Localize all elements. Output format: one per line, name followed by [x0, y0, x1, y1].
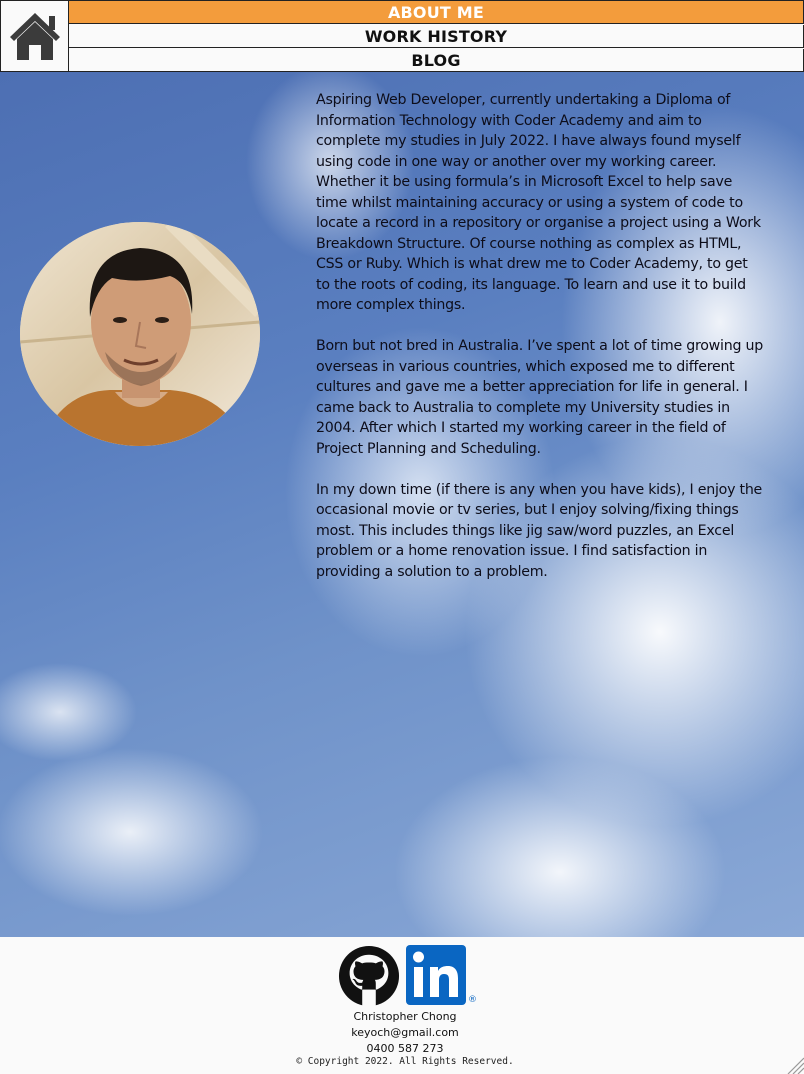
- contact-phone: 0400 587 273: [366, 1042, 444, 1055]
- nav-work-history[interactable]: WORK HISTORY: [68, 25, 804, 48]
- about-text: Aspiring Web Developer, currently undert…: [316, 90, 764, 603]
- about-paragraph: In my down time (if there is any when yo…: [316, 481, 763, 580]
- contact-name: Christopher Chong: [353, 1010, 457, 1023]
- main-nav: ABOUT ME WORK HISTORY BLOG: [68, 0, 804, 72]
- nav-blog[interactable]: BLOG: [68, 49, 804, 72]
- copyright-text: © Copyright 2022. All Rights Reserved.: [296, 1056, 514, 1067]
- github-link[interactable]: [338, 945, 400, 1012]
- home-link[interactable]: [0, 0, 69, 72]
- resize-handle-icon[interactable]: [784, 1054, 804, 1074]
- nav-about-me[interactable]: ABOUT ME: [68, 0, 804, 24]
- profile-photo: [20, 222, 260, 446]
- house-icon: [9, 13, 60, 60]
- contact-email[interactable]: keyoch@gmail.com: [0, 1026, 804, 1039]
- about-paragraph: Born but not bred in Australia. I’ve spe…: [316, 338, 763, 457]
- github-icon: [338, 945, 400, 1007]
- linkedin-link[interactable]: ®: [406, 945, 477, 1005]
- registered-mark: ®: [468, 995, 477, 1005]
- social-links: ®: [338, 945, 477, 1012]
- about-paragraph: Aspiring Web Developer, currently undert…: [316, 92, 761, 313]
- linkedin-icon: [406, 945, 466, 1005]
- about-section: Aspiring Web Developer, currently undert…: [0, 72, 804, 937]
- footer: ® Christopher Chong keyoch@gmail.com 040…: [0, 937, 804, 1074]
